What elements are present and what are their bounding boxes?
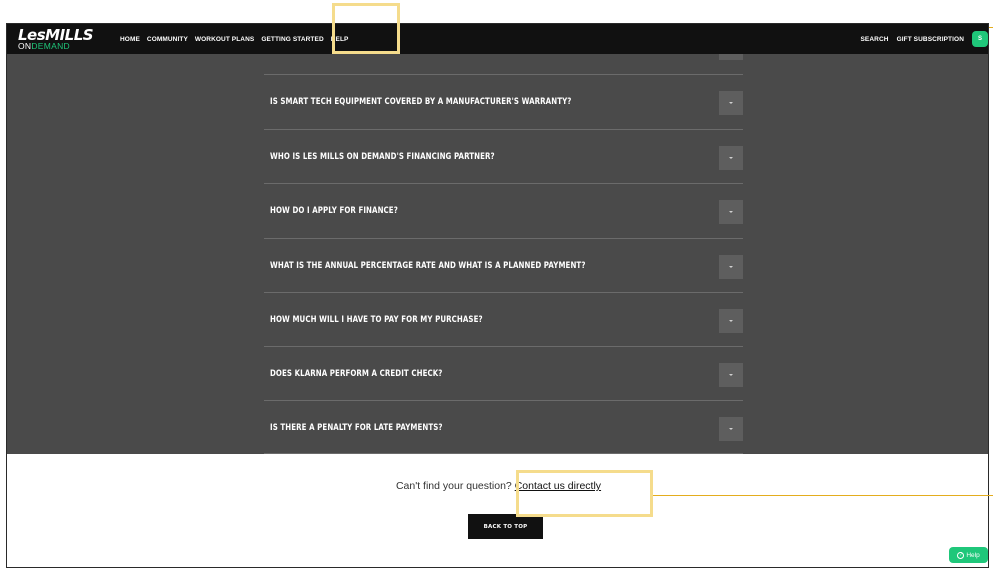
faq-item[interactable]: DOES KLARNA PERFORM A CREDIT CHECK? — [264, 347, 743, 401]
nav-home[interactable]: HOME — [120, 36, 140, 43]
contact-prompt-text: Can't find your question? — [395, 480, 512, 492]
chevron-down-icon — [729, 211, 733, 213]
faq-section: IS SMART TECH EQUIPMENT COVERED BY A MAN… — [7, 54, 988, 455]
chevron-down-icon — [729, 374, 733, 376]
faq-question: WHO IS LES MILLS ON DEMAND'S FINANCING P… — [270, 152, 495, 162]
browser-viewport: LesMILLS ONDEMAND HOME COMMUNITY WORKOUT… — [6, 23, 989, 568]
expand-toggle[interactable] — [719, 417, 743, 441]
back-to-top-button[interactable]: BACK TO TOP — [468, 514, 543, 539]
faq-question: IS THERE A PENALTY FOR LATE PAYMENTS? — [270, 423, 443, 433]
expand-toggle[interactable] — [719, 146, 743, 170]
nav-community[interactable]: COMMUNITY — [147, 36, 188, 43]
expand-toggle[interactable] — [719, 309, 743, 333]
highlight-box-contact — [516, 470, 653, 517]
faq-item[interactable]: HOW DO I APPLY FOR FINANCE? — [264, 184, 743, 238]
faq-item[interactable]: IS THERE A PENALTY FOR LATE PAYMENTS? — [264, 401, 743, 455]
faq-question: IS SMART TECH EQUIPMENT COVERED BY A MAN… — [270, 97, 572, 107]
les-mills-logo[interactable]: LesMILLS ONDEMAND — [18, 26, 113, 51]
contact-prompt: Can't find your question? Contact us dir… — [7, 480, 988, 492]
previous-question-toggle[interactable] — [719, 54, 743, 60]
user-avatar[interactable]: S — [972, 31, 988, 47]
top-navigation-bar: LesMILLS ONDEMAND HOME COMMUNITY WORKOUT… — [7, 24, 988, 54]
faq-question: HOW DO I APPLY FOR FINANCE? — [270, 206, 398, 216]
faq-question: WHAT IS THE ANNUAL PERCENTAGE RATE AND W… — [270, 261, 586, 271]
chevron-down-icon — [729, 266, 733, 268]
chevron-down-icon — [729, 320, 733, 322]
help-widget-button[interactable]: ? Help — [949, 547, 988, 563]
expand-toggle[interactable] — [719, 255, 743, 279]
nav-gift-subscription[interactable]: GIFT SUBSCRIPTION — [897, 36, 964, 43]
chevron-down-icon — [729, 428, 733, 430]
faq-divider — [264, 453, 743, 454]
logo-demand: DEMAND — [31, 41, 70, 51]
faq-item[interactable]: IS SMART TECH EQUIPMENT COVERED BY A MAN… — [264, 75, 743, 129]
help-widget-label: Help — [966, 551, 980, 559]
chevron-down-icon — [729, 157, 733, 159]
faq-question: HOW MUCH WILL I HAVE TO PAY FOR MY PURCH… — [270, 315, 483, 325]
nav-search[interactable]: SEARCH — [861, 36, 889, 43]
nav-getting-started[interactable]: GETTING STARTED — [261, 36, 323, 43]
logo-on: ON — [18, 41, 32, 51]
faq-item[interactable]: WHO IS LES MILLS ON DEMAND'S FINANCING P… — [264, 130, 743, 184]
highlight-box-help — [332, 3, 400, 54]
expand-toggle[interactable] — [719, 363, 743, 387]
account-nav: SEARCH GIFT SUBSCRIPTION S — [861, 24, 988, 54]
help-circle-icon: ? — [957, 551, 965, 559]
faq-item[interactable]: WHAT IS THE ANNUAL PERCENTAGE RATE AND W… — [264, 239, 743, 293]
screenshot-frame: LesMILLS ONDEMAND HOME COMMUNITY WORKOUT… — [0, 0, 993, 568]
expand-toggle[interactable] — [719, 91, 743, 115]
logo-wordmark: LesMILLS — [18, 26, 94, 44]
faq-item[interactable]: HOW MUCH WILL I HAVE TO PAY FOR MY PURCH… — [264, 293, 743, 347]
logo-subtitle: ONDEMAND — [18, 42, 113, 51]
main-nav: HOME COMMUNITY WORKOUT PLANS GETTING STA… — [120, 24, 355, 54]
faq-question: DOES KLARNA PERFORM A CREDIT CHECK? — [270, 369, 443, 379]
chevron-down-icon — [729, 102, 733, 104]
nav-workout-plans[interactable]: WORKOUT PLANS — [195, 36, 254, 43]
highlight-connector-contact — [653, 495, 993, 496]
expand-toggle[interactable] — [719, 200, 743, 224]
